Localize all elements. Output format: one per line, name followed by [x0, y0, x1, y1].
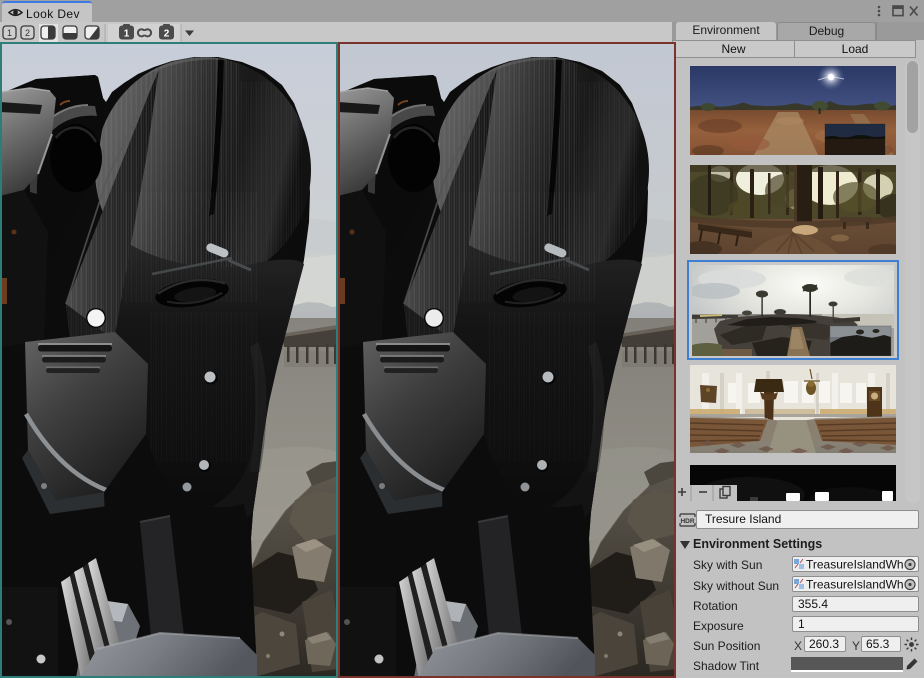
svg-text:1: 1 — [7, 28, 12, 38]
svg-text:TreasureIslandWh: TreasureIslandWh — [806, 558, 904, 571]
svg-text:2: 2 — [25, 28, 30, 38]
svg-text:HDR: HDR — [680, 518, 694, 525]
svg-text:2: 2 — [164, 29, 170, 40]
svg-text:TreasureIslandWh: TreasureIslandWh — [806, 578, 904, 591]
svg-text:1: 1 — [124, 29, 130, 40]
